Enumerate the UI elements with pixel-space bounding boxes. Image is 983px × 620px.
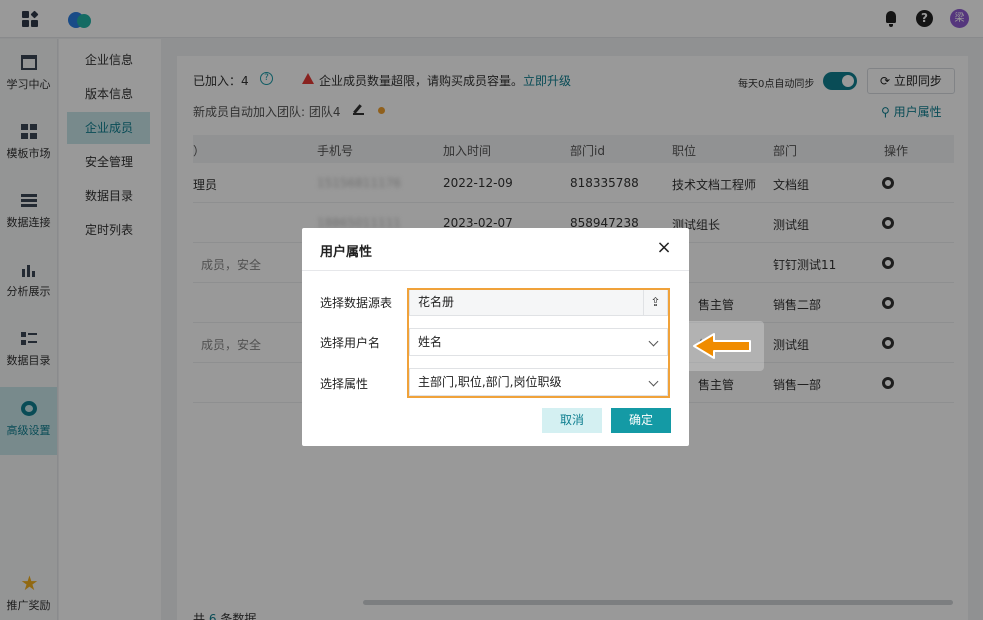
attributes-label: 选择属性 <box>320 377 369 391</box>
close-icon[interactable]: × <box>654 238 674 258</box>
cancel-button[interactable]: 取消 <box>542 408 602 433</box>
username-label: 选择用户名 <box>320 336 381 350</box>
confirm-button[interactable]: 确定 <box>611 408 671 433</box>
divider <box>302 270 689 271</box>
left-arrow-icon <box>693 333 751 359</box>
source-table-label: 选择数据源表 <box>320 296 393 310</box>
user-attributes-dialog: 用户属性 × 选择数据源表 选择用户名 选择属性 花名册 ⇪ 姓名 主部门,职位… <box>302 228 689 446</box>
dialog-title: 用户属性 <box>320 245 373 260</box>
highlight-box <box>407 288 670 398</box>
